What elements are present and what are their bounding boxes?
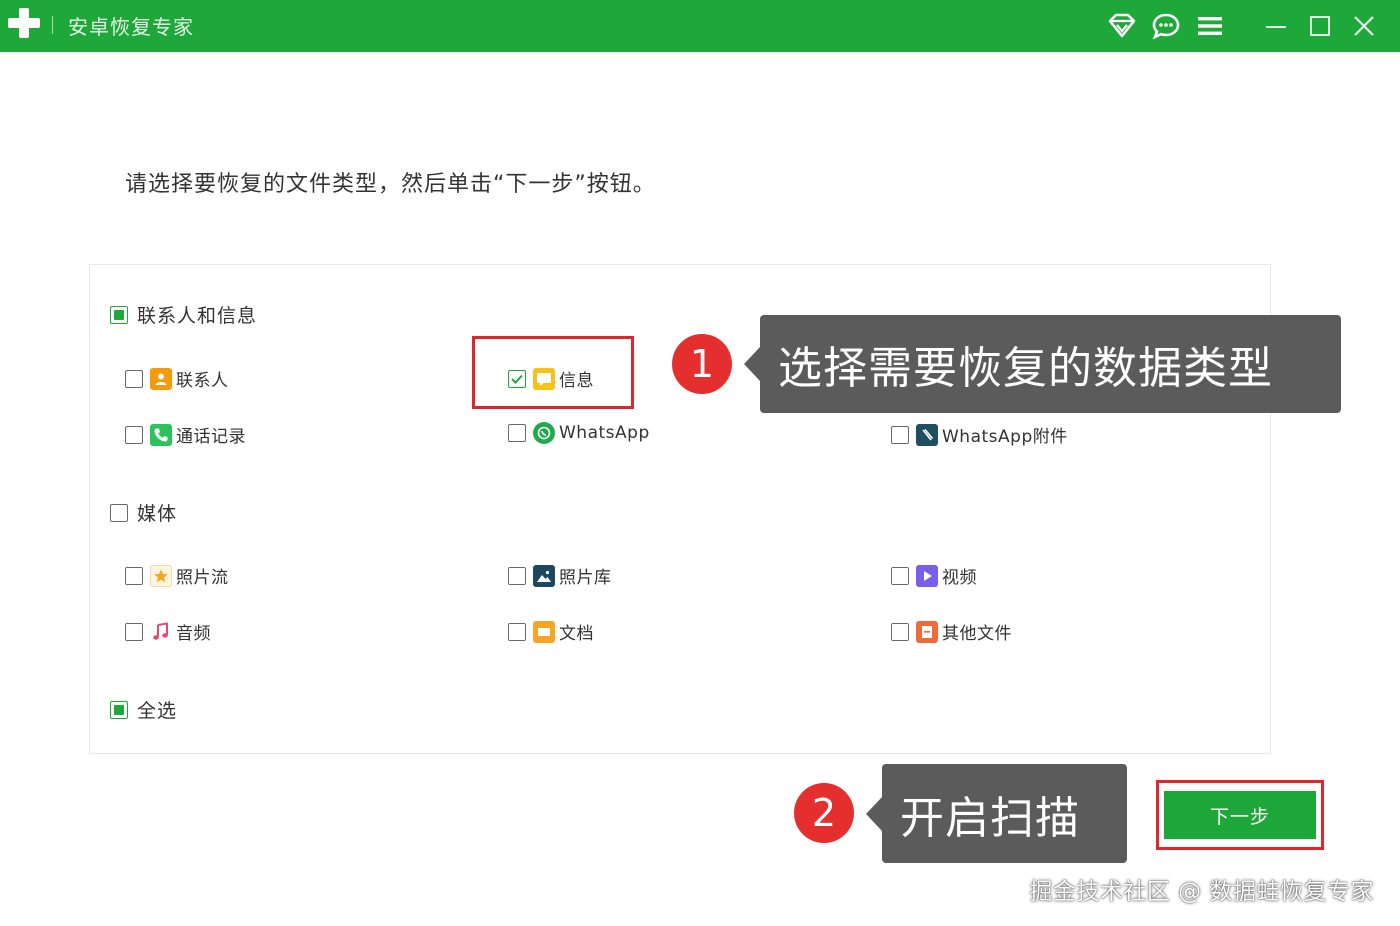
- whatsapp-attachments-checkbox[interactable]: [891, 425, 909, 444]
- option-photo-stream[interactable]: 照片流: [125, 563, 229, 588]
- instruction-text: 请选择要恢复的文件类型，然后单击“下一步”按钮。: [125, 172, 656, 197]
- highlight-messages-box: [472, 336, 634, 409]
- music-note-icon: [150, 621, 172, 643]
- group-contacts-messages[interactable]: 联系人和信息: [110, 301, 257, 328]
- other-files-checkbox[interactable]: [891, 622, 909, 641]
- option-audio[interactable]: 音频: [125, 619, 211, 644]
- folder-icon: [533, 620, 555, 643]
- item-label: 其他文件: [942, 624, 1012, 644]
- minimize-icon[interactable]: [1258, 8, 1294, 44]
- contacts-checkbox[interactable]: [125, 369, 143, 388]
- step-1-badge: 1: [672, 334, 732, 394]
- select-all-checkbox[interactable]: [110, 700, 128, 719]
- menu-icon[interactable]: [1192, 8, 1228, 44]
- image-icon: [533, 564, 555, 587]
- item-label: 照片库: [559, 568, 612, 588]
- item-label: 通话记录: [176, 427, 246, 447]
- title-bar: 安卓恢复专家: [0, 0, 1400, 52]
- title-separator: [52, 16, 53, 34]
- item-label: 文档: [559, 624, 594, 644]
- app-logo-icon: [8, 6, 42, 40]
- option-documents[interactable]: 文档: [508, 619, 594, 644]
- item-label: WhatsApp: [559, 423, 650, 443]
- item-label: WhatsApp附件: [942, 427, 1068, 447]
- option-whatsapp-attachments[interactable]: WhatsApp附件: [891, 422, 1068, 447]
- whatsapp-checkbox[interactable]: [508, 424, 526, 442]
- close-icon[interactable]: [1346, 8, 1382, 44]
- step-2-badge: 2: [794, 783, 854, 843]
- item-label: 联系人: [176, 371, 229, 391]
- gallery-checkbox[interactable]: [508, 566, 526, 585]
- group-label: 媒体: [137, 503, 178, 525]
- option-gallery[interactable]: 照片库: [508, 563, 612, 588]
- option-call-log[interactable]: 通话记录: [125, 422, 246, 447]
- file-icon: [916, 620, 938, 643]
- documents-checkbox[interactable]: [508, 622, 526, 641]
- video-play-icon: [916, 564, 938, 587]
- group-contacts-checkbox[interactable]: [110, 305, 128, 324]
- group-media[interactable]: 媒体: [110, 499, 177, 526]
- item-label: 视频: [942, 568, 977, 588]
- call-log-checkbox[interactable]: [125, 425, 143, 444]
- group-media-checkbox[interactable]: [110, 503, 128, 522]
- select-all-label: 全选: [137, 700, 178, 722]
- step-1-callout: 选择需要恢复的数据类型: [744, 315, 1341, 413]
- audio-checkbox[interactable]: [125, 622, 143, 641]
- item-label: 音频: [176, 624, 211, 644]
- maximize-icon[interactable]: [1302, 8, 1338, 44]
- step-2-callout: 开启扫描: [866, 764, 1127, 863]
- option-other-files[interactable]: 其他文件: [891, 619, 1012, 644]
- contact-card-icon: [150, 367, 172, 390]
- phone-icon: [150, 423, 172, 446]
- star-icon: [150, 564, 172, 587]
- whatsapp-icon: [533, 422, 555, 444]
- select-all[interactable]: 全选: [110, 696, 177, 723]
- paperclip-icon: [916, 423, 938, 446]
- next-button[interactable]: 下一步: [1164, 791, 1316, 839]
- chat-icon[interactable]: [1148, 8, 1184, 44]
- diamond-icon[interactable]: [1104, 8, 1140, 44]
- video-checkbox[interactable]: [891, 566, 909, 585]
- window-title: 安卓恢复专家: [68, 15, 194, 39]
- option-whatsapp[interactable]: WhatsApp: [508, 422, 650, 444]
- photo-stream-checkbox[interactable]: [125, 566, 143, 585]
- title-bar-controls: [1096, 0, 1382, 52]
- option-contacts[interactable]: 联系人: [125, 366, 229, 391]
- group-label: 联系人和信息: [137, 305, 258, 327]
- item-label: 照片流: [176, 568, 229, 588]
- watermark-text: 掘金技术社区 @ 数据蛙恢复专家: [1029, 879, 1374, 905]
- option-video[interactable]: 视频: [891, 563, 977, 588]
